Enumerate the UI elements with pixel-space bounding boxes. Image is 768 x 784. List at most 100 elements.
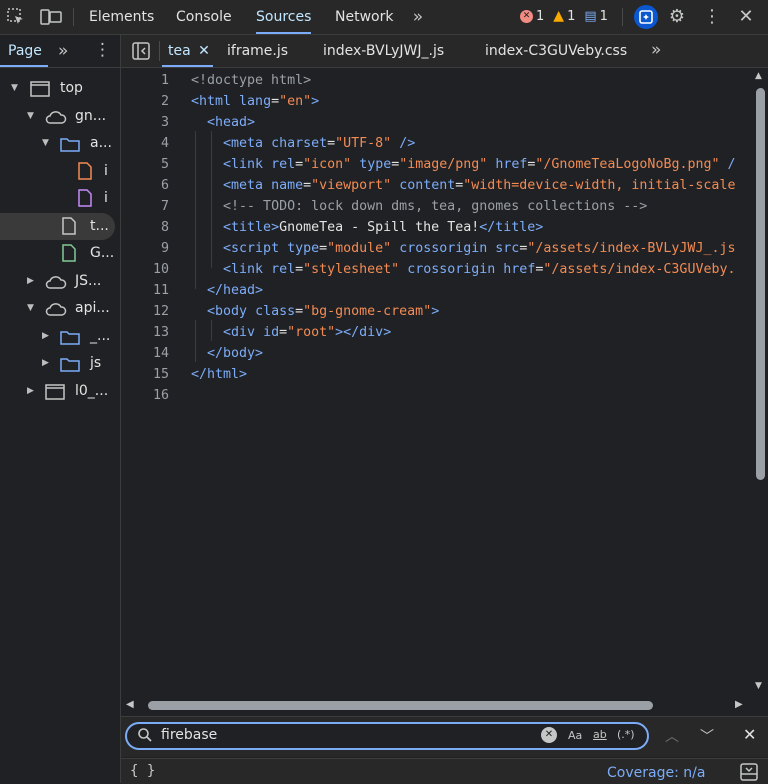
- line-number[interactable]: 16: [121, 388, 169, 403]
- tree-item-label: JS...: [75, 273, 102, 289]
- tree-item-label: js: [90, 355, 102, 371]
- coverage-status[interactable]: Coverage: n/a: [607, 765, 705, 781]
- more-tabs-chevron-icon[interactable]: »: [651, 40, 661, 60]
- line-number[interactable]: 15: [121, 367, 169, 382]
- close-tab-icon[interactable]: ✕: [198, 43, 210, 59]
- search-input[interactable]: firebase: [161, 727, 217, 743]
- horizontal-scroll-thumb[interactable]: [148, 701, 653, 710]
- line-number[interactable]: 5: [121, 157, 169, 172]
- folder-icon: [60, 138, 80, 152]
- settings-gear-icon[interactable]: ⚙: [667, 7, 687, 27]
- issues-badge[interactable]: ✕ 1 ▲ 1 ▤ 1: [520, 8, 608, 24]
- vertical-scroll-thumb[interactable]: [756, 88, 765, 480]
- close-icon[interactable]: ✕: [736, 7, 756, 27]
- search-box[interactable]: firebase ✕ Aa ab (.*): [125, 722, 649, 750]
- collapse-arrow-icon[interactable]: ▶: [27, 378, 34, 405]
- file-icon: [78, 162, 92, 180]
- device-toolbar-icon[interactable]: [40, 7, 62, 27]
- close-search-icon[interactable]: ✕: [743, 725, 756, 744]
- tree-item-file[interactable]: i: [0, 185, 120, 212]
- more-options-icon[interactable]: ⋮: [702, 7, 722, 27]
- collapse-arrow-icon[interactable]: ▶: [27, 268, 34, 295]
- code-line: </body>: [207, 346, 264, 361]
- expand-arrow-icon[interactable]: ▼: [42, 130, 49, 157]
- file-icon: [78, 189, 92, 207]
- tab-sources[interactable]: Sources: [256, 0, 312, 34]
- line-number[interactable]: 11: [121, 283, 169, 298]
- line-number[interactable]: 7: [121, 199, 169, 214]
- expand-arrow-icon[interactable]: ▼: [27, 295, 34, 322]
- active-tab-indicator: [162, 65, 213, 67]
- tree-item-file[interactable]: G...: [0, 240, 120, 267]
- editor-tab-iframe-js[interactable]: iframe.js: [227, 35, 288, 67]
- expand-arrow-icon[interactable]: ▼: [11, 75, 18, 102]
- tab-page[interactable]: Page: [8, 35, 42, 67]
- inspect-element-icon[interactable]: [6, 7, 26, 27]
- tree-item-label: _...: [90, 328, 111, 344]
- code-line: <html lang="en">: [191, 94, 320, 109]
- toolbar-divider: [622, 8, 623, 26]
- line-number[interactable]: 2: [121, 94, 169, 109]
- previous-match-chevron-icon[interactable]: ︿: [665, 726, 679, 746]
- code-line: <!-- TODO: lock down dms, tea, gnomes co…: [223, 199, 648, 214]
- clear-search-icon[interactable]: ✕: [541, 727, 557, 743]
- code-editor[interactable]: 1 2 3 4 5 6 7 8 9 10 11 12 13 14 15 16 <!doctype html> …: [121, 68, 753, 698]
- line-number[interactable]: 3: [121, 115, 169, 130]
- line-number[interactable]: 10: [121, 262, 169, 277]
- expand-arrow-icon[interactable]: ▼: [27, 103, 34, 130]
- tree-item-file-selected[interactable]: t...: [0, 213, 115, 240]
- toggle-drawer-icon[interactable]: [740, 763, 758, 781]
- search-icon: [138, 728, 152, 742]
- message-icon: ▤: [584, 8, 597, 24]
- tree-item-folder[interactable]: ▶ _...: [0, 323, 120, 350]
- line-number[interactable]: 13: [121, 325, 169, 340]
- collapse-arrow-icon[interactable]: ▶: [42, 323, 49, 350]
- tree-item-label: a...: [90, 135, 112, 151]
- next-match-chevron-icon[interactable]: ﹀: [700, 726, 714, 746]
- scroll-down-icon[interactable]: ▼: [755, 681, 762, 691]
- line-number[interactable]: 6: [121, 178, 169, 193]
- tabs-divider: [159, 41, 160, 61]
- collapse-arrow-icon[interactable]: ▶: [42, 350, 49, 377]
- code-line: <link rel="stylesheet" crossorigin href=…: [223, 262, 736, 277]
- tree-item-top[interactable]: ▼ top: [0, 75, 120, 102]
- tree-item-label: t...: [90, 218, 109, 234]
- match-case-button[interactable]: Aa: [568, 729, 582, 742]
- tree-item-file[interactable]: i: [0, 158, 120, 185]
- frame-icon: [30, 81, 50, 97]
- tree-item-folder[interactable]: ▼ a...: [0, 130, 120, 157]
- code-line: <meta charset="UTF-8" />: [223, 136, 416, 151]
- file-navigator: Page » ⋮ ▼ top ▼ gn... ▼ a... i i t... G…: [0, 35, 121, 783]
- ai-assistance-icon[interactable]: [634, 5, 658, 29]
- whole-word-button[interactable]: ab: [593, 728, 607, 741]
- more-options-icon[interactable]: ⋮: [94, 40, 111, 60]
- pretty-print-button[interactable]: { }: [130, 763, 155, 779]
- scroll-left-icon[interactable]: ◀: [126, 699, 134, 710]
- editor-tab-index-css[interactable]: index-C3GUVeby.css: [485, 35, 627, 67]
- line-number[interactable]: 14: [121, 346, 169, 361]
- line-number[interactable]: 1: [121, 73, 169, 88]
- line-number[interactable]: 4: [121, 136, 169, 151]
- tree-item-label: i: [104, 190, 108, 206]
- tree-item-folder[interactable]: ▶ js: [0, 350, 120, 377]
- line-number[interactable]: 12: [121, 304, 169, 319]
- line-number[interactable]: 8: [121, 220, 169, 235]
- more-tabs-chevron-icon[interactable]: »: [58, 41, 68, 61]
- tree-item-domain[interactable]: ▶ JS...: [0, 268, 120, 295]
- tab-network[interactable]: Network: [335, 0, 393, 34]
- toggle-navigator-icon[interactable]: [131, 41, 151, 65]
- code-line: <body class="bg-gnome-cream">: [207, 304, 440, 319]
- editor-tab-tea[interactable]: tea ✕: [168, 35, 210, 67]
- tree-item-domain[interactable]: ▼ gn...: [0, 103, 120, 130]
- tree-item-frame[interactable]: ▶ l0_...: [0, 378, 120, 405]
- scroll-right-icon[interactable]: ▶: [735, 699, 743, 710]
- editor-tab-index-js[interactable]: index-BVLyJWJ_.js: [323, 35, 444, 67]
- line-number[interactable]: 9: [121, 241, 169, 256]
- tab-console[interactable]: Console: [176, 0, 232, 34]
- scroll-up-icon[interactable]: ▲: [755, 71, 762, 81]
- tab-elements[interactable]: Elements: [89, 0, 154, 34]
- more-tabs-chevron-icon[interactable]: »: [408, 7, 428, 27]
- regex-button[interactable]: (.*): [617, 728, 635, 741]
- tree-item-domain[interactable]: ▼ api...: [0, 295, 120, 322]
- toolbar-divider: [73, 8, 74, 26]
